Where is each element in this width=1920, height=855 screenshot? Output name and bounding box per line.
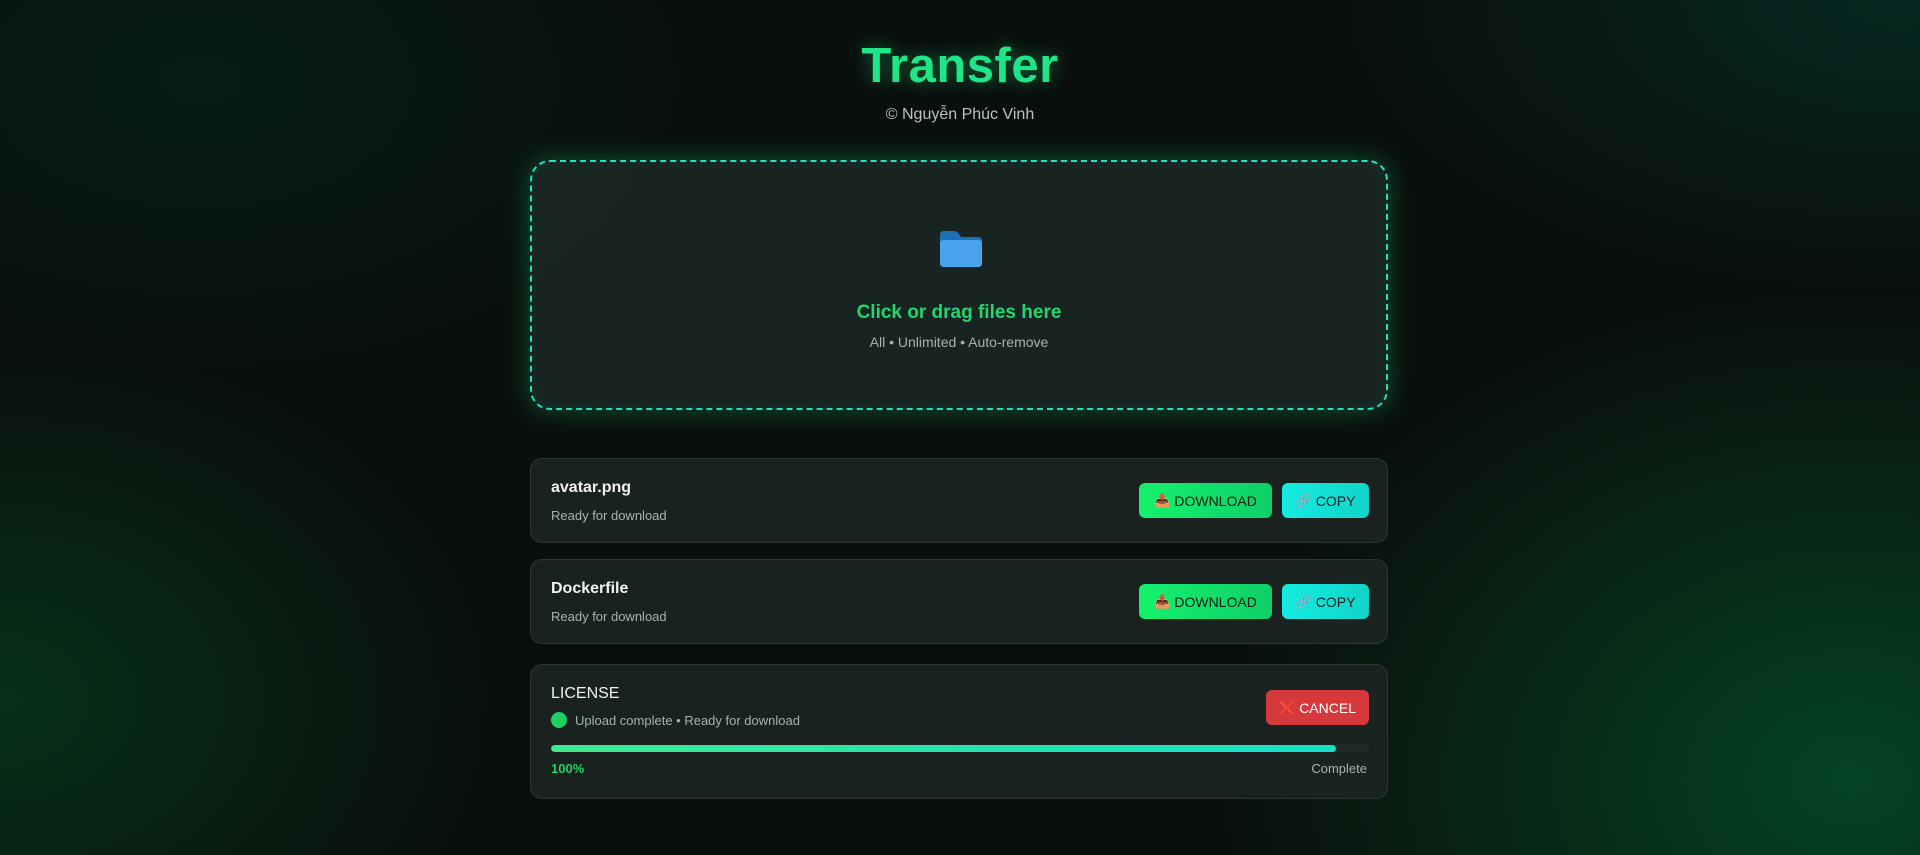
file-card: avatar.png Ready for download 📥 DOWNLOAD… [530,458,1388,543]
copy-button-label: COPY [1315,593,1356,610]
upload-status-text: Upload complete • Ready for download [575,712,800,728]
file-name: Dockerfile [551,580,629,597]
inbox-tray-icon: 📥 [1154,493,1171,508]
download-button[interactable]: 📥 DOWNLOAD [1139,584,1272,619]
cross-mark-icon: ❌ [1279,700,1296,715]
copy-link-button[interactable]: 🔗 COPY [1282,584,1369,619]
copy-button-label: COPY [1315,492,1356,509]
progress-percent: 100% [551,761,585,776]
file-name: avatar.png [551,479,632,496]
cancel-button-label: CANCEL [1299,699,1356,716]
file-dropzone[interactable]: Click or drag files here All • Unlimited… [530,160,1388,410]
download-button[interactable]: 📥 DOWNLOAD [1139,483,1272,518]
file-status: Ready for download [551,508,667,523]
upload-file-name: LICENSE [551,685,620,702]
progress-bar [551,745,1369,752]
folder-icon [940,231,982,267]
dropzone-title: Click or drag files here [856,302,1062,323]
link-icon: 🔗 [1295,493,1312,508]
app-title: Transfer [861,39,1059,93]
upload-card: LICENSE Upload complete • Ready for down… [530,664,1388,799]
status-dot-icon [551,712,567,728]
progress-bar-fill [551,745,1337,752]
download-button-label: DOWNLOAD [1174,492,1257,509]
progress-status-label: Complete [1311,761,1367,776]
upload-status-row: Upload complete • Ready for download [551,712,800,728]
cancel-button[interactable]: ❌ CANCEL [1266,690,1369,725]
file-card: Dockerfile Ready for download 📥 DOWNLOAD… [530,559,1388,644]
copy-link-button[interactable]: 🔗 COPY [1282,483,1369,518]
file-status: Ready for download [551,609,667,624]
download-button-label: DOWNLOAD [1174,593,1257,610]
link-icon: 🔗 [1295,594,1312,609]
copyright-text: © Nguyễn Phúc Vinh [885,106,1035,123]
inbox-tray-icon: 📥 [1154,594,1171,609]
dropzone-subtitle: All • Unlimited • Auto-remove [869,334,1049,350]
